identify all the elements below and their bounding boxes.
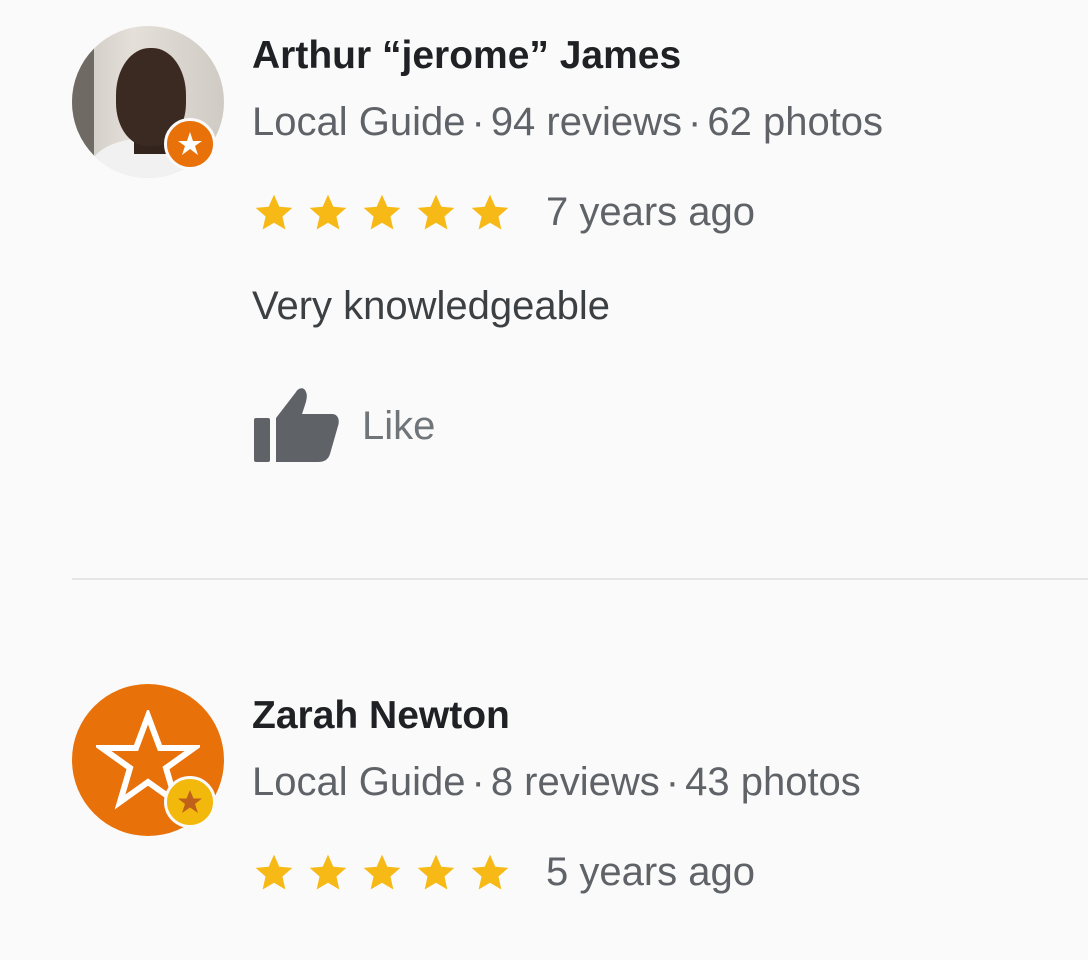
star-icon	[252, 851, 296, 895]
separator-dot: ·	[688, 100, 702, 144]
review-card: Arthur “jerome” James Local Guide · 94 rev…	[0, 0, 1088, 560]
star-icon	[252, 191, 296, 235]
separator-dot: ·	[471, 760, 485, 804]
reviewer-name[interactable]: Zarah Newton	[252, 694, 510, 738]
local-guide-star-badge-icon	[164, 776, 216, 828]
review-card: Zarah Newton Local Guide · 8 reviews · 43 ph…	[0, 640, 1088, 960]
separator-dot: ·	[665, 760, 680, 804]
star-icon	[468, 851, 512, 895]
photos-count: 43 photos	[685, 760, 861, 804]
star-icon	[468, 191, 512, 235]
like-button[interactable]: Like	[252, 384, 435, 464]
thumbs-up-icon	[252, 384, 340, 469]
reviewer-name[interactable]: Arthur “jerome” James	[252, 34, 681, 78]
star-icon	[306, 851, 350, 895]
star-icon	[414, 191, 458, 235]
rating-row: 5 years ago	[252, 850, 755, 898]
photos-count: 62 photos	[707, 100, 884, 144]
like-label: Like	[362, 404, 436, 448]
review-time: 7 years ago	[546, 190, 756, 234]
local-guide-badge-icon	[164, 118, 216, 170]
star-icon	[306, 191, 350, 235]
reviews-count: 94 reviews	[490, 100, 683, 144]
star-rating	[252, 191, 522, 235]
reviewer-meta: Local Guide · 8 reviews · 43 photos	[252, 760, 861, 805]
reviewer-meta: Local Guide · 94 reviews · 62 photos	[252, 100, 883, 145]
review-text: Very knowledgeable	[252, 284, 611, 328]
separator-dot: ·	[471, 100, 485, 144]
star-icon	[414, 851, 458, 895]
reviews-count: 8 reviews	[490, 760, 660, 804]
divider	[72, 578, 1088, 580]
local-guide-label: Local Guide	[252, 100, 466, 144]
reviews-list: Arthur “jerome” James Local Guide · 94 rev…	[0, 0, 1088, 960]
star-rating	[252, 851, 522, 895]
review-time: 5 years ago	[546, 850, 756, 894]
star-icon	[360, 191, 404, 235]
star-icon	[360, 851, 404, 895]
local-guide-label: Local Guide	[252, 760, 466, 804]
rating-row: 7 years ago	[252, 190, 755, 238]
